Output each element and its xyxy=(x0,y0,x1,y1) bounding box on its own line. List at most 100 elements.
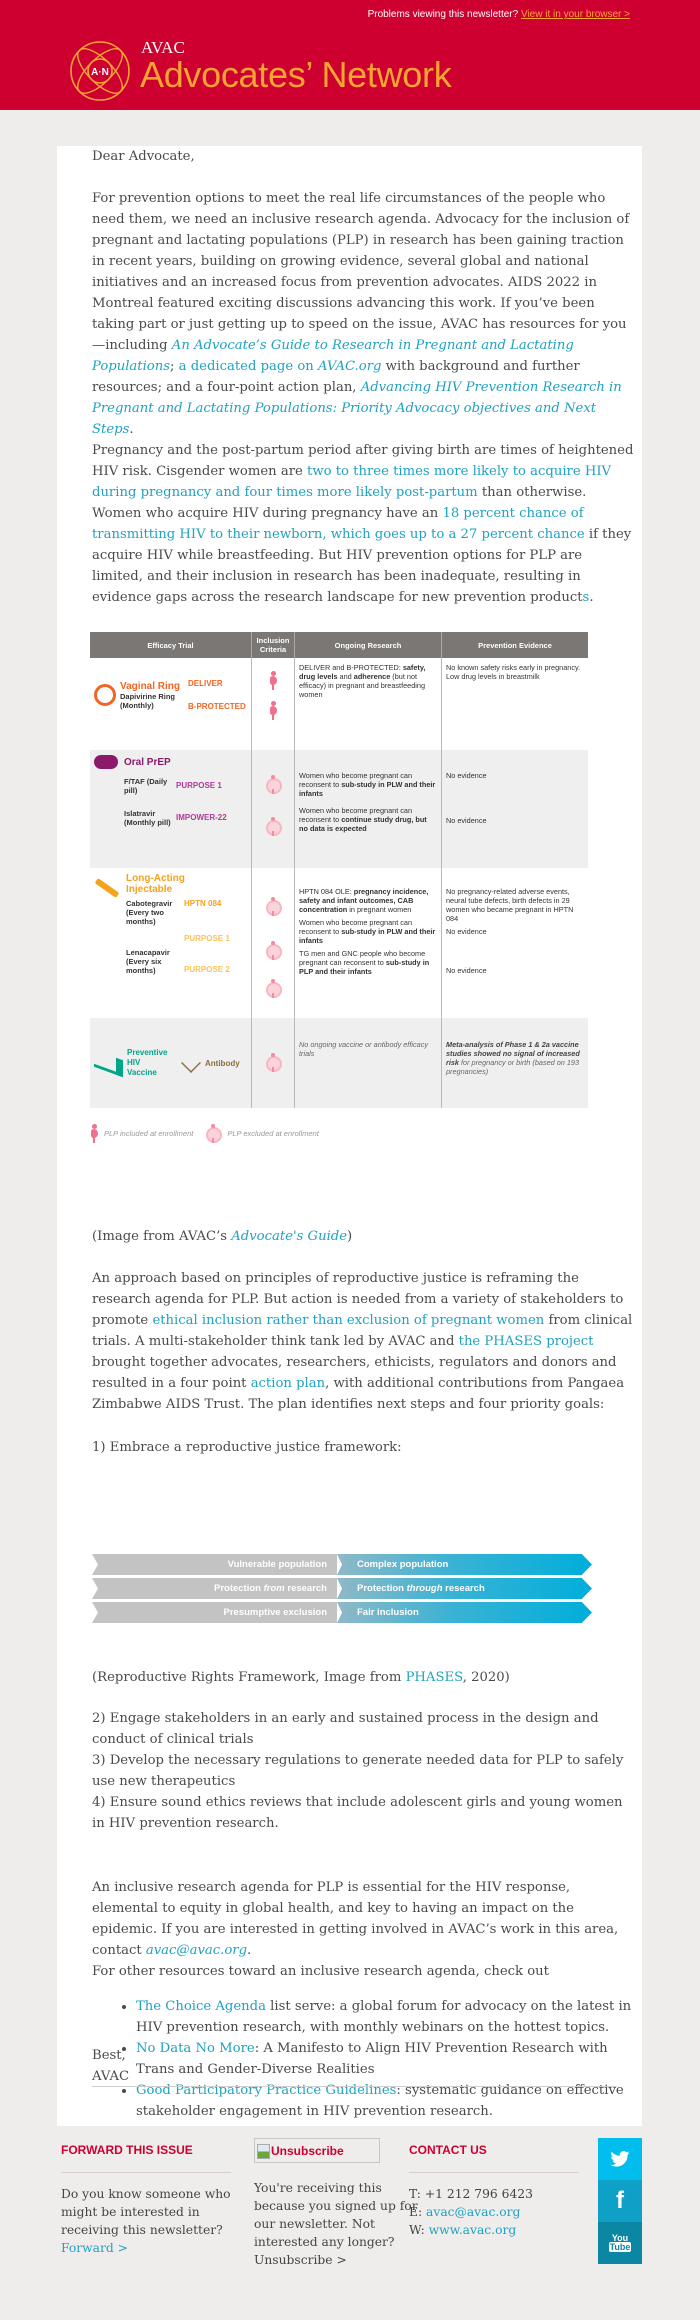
prevention-evidence-cell: No evidence xyxy=(446,927,487,936)
text: through xyxy=(406,1583,443,1594)
ongoing-research-cell: HPTN 084 OLE: pregnancy incidence, safet… xyxy=(299,887,437,914)
pregnant-included-icon xyxy=(269,671,277,690)
website-link[interactable]: www.avac.org xyxy=(429,2223,517,2237)
trial-name: HPTN 084 xyxy=(184,899,222,908)
ongoing-research-cell: DELIVER and B-PROTECTED: safety, drug le… xyxy=(294,658,442,750)
product-name: Long-Acting Injectable xyxy=(126,873,185,895)
syringe-icon xyxy=(94,878,120,898)
text: (Reproductive Rights Framework, Image fr… xyxy=(92,1670,406,1685)
table-row: Vaginal Ring Dapivirine Ring (Monthly) D… xyxy=(90,658,588,750)
forward-text: Do you know someone who might be interes… xyxy=(61,2187,231,2237)
brand-advocates-network: Advocates’ Network xyxy=(140,54,452,95)
text: , 2020) xyxy=(462,1670,510,1685)
text: W: xyxy=(409,2223,425,2237)
divider xyxy=(409,2172,579,2173)
framework-from: Presumptive exclusion xyxy=(92,1602,337,1623)
product-sub: Cabotegravir (Every two months) xyxy=(126,899,173,926)
pregnant-included-icon xyxy=(90,1124,98,1143)
list-item: No Data No More: A Manifesto to Align HI… xyxy=(136,2038,636,2080)
goal-3: 3) Develop the necessary regulations to … xyxy=(92,1753,624,1789)
framework-from: Protection from research xyxy=(92,1578,337,1599)
dedicated-page-link[interactable]: a dedicated page on AVAC.org xyxy=(179,359,382,374)
product-name: Vaginal Ring xyxy=(120,680,181,692)
text: Tube xyxy=(608,2242,632,2252)
prevention-evidence-cell: No evidence xyxy=(446,816,487,825)
header-inclusion-criteria: Inclusion Criteria xyxy=(251,632,295,658)
ethical-inclusion-link[interactable]: ethical inclusion rather than exclusion … xyxy=(152,1313,544,1328)
product-name: Oral PrEP xyxy=(124,756,171,768)
forward-link[interactable]: Forward > xyxy=(61,2241,128,2255)
text: in pregnant women xyxy=(347,905,412,914)
unsubscribe-section: Unsubscribe You're receiving this becaus… xyxy=(254,2138,424,2269)
logo-monogram: A·N xyxy=(91,67,109,78)
unsubscribe-image-link[interactable]: Unsubscribe xyxy=(254,2138,380,2163)
contact-section: CONTACT US T: +1 212 796 6423 E: avac@av… xyxy=(409,2138,579,2239)
text: . xyxy=(247,1943,252,1958)
newsletter-header: Problems viewing this newsletter? View i… xyxy=(0,0,700,110)
pregnant-excluded-icon xyxy=(265,941,282,960)
prevention-evidence-cell: No evidence xyxy=(446,966,487,975)
trial-inclusion-table-image: Efficacy Trial Inclusion Criteria Ongoin… xyxy=(90,632,588,1143)
text: Unsubscribe xyxy=(271,2144,344,2158)
no-data-no-more-link[interactable]: No Data No More xyxy=(136,2041,255,2056)
text: HPTN 084 OLE: xyxy=(299,887,354,896)
intro-paragraph: For prevention options to meet the real … xyxy=(92,188,637,440)
resources-intro: For other resources toward an inclusive … xyxy=(92,1964,549,1979)
product-name: Antibody xyxy=(205,1058,240,1068)
ongoing-research-cell: TG men and GNC people who become pregnan… xyxy=(299,949,437,976)
advocates-guide-caption-link[interactable]: Advocate's Guide xyxy=(231,1229,347,1244)
header-efficacy-trial: Efficacy Trial xyxy=(90,632,252,658)
view-in-browser-link[interactable]: View it in your browser > xyxy=(521,9,630,20)
product-sub: Lenacapavir (Every six months) xyxy=(126,948,170,975)
contact-email-link[interactable]: avac@avac.org xyxy=(146,1943,247,1958)
unsubscribe-link[interactable]: Unsubscribe > xyxy=(254,2253,347,2267)
twitter-button[interactable] xyxy=(598,2138,642,2180)
prevention-evidence-cell: No known safety risks early in pregnancy… xyxy=(441,658,588,750)
greeting: Dear Advocate, xyxy=(92,149,195,164)
table-row: Long-Acting Injectable Cabotegravir (Eve… xyxy=(90,868,588,1018)
newsletter-footer: FORWARD THIS ISSUE Do you know someone w… xyxy=(57,2138,642,2318)
product-sub: Dapivirine Ring (Monthly) xyxy=(120,691,176,710)
ongoing-research-cell: Women who become pregnant can reconsent … xyxy=(299,771,437,798)
goals-list: 2) Engage stakeholders in an early and s… xyxy=(92,1708,637,1834)
broken-image-icon xyxy=(257,2144,270,2159)
product-sub: Islatravir (Monthly pill) xyxy=(124,809,171,827)
prevention-evidence-cell: No pregnancy-related adverse events, neu… xyxy=(446,887,574,923)
content-divider xyxy=(92,2086,617,2087)
goal-1: 1) Embrace a reproductive justice framew… xyxy=(92,1440,402,1455)
framework-to: Fair inclusion xyxy=(337,1602,592,1623)
table-row: Oral PrEP F/TAF (Daily pill) PURPOSE 1 I… xyxy=(90,750,588,868)
problems-text: Problems viewing this newsletter? xyxy=(367,9,519,20)
reproductive-rights-framework-image: Vulnerable population Complex population… xyxy=(92,1544,592,1634)
pills-icon xyxy=(94,755,118,769)
browser-view-bar: Problems viewing this newsletter? View i… xyxy=(368,9,630,20)
contact-email-footer-link[interactable]: avac@avac.org xyxy=(426,2205,520,2219)
contact-web: W: www.avac.org xyxy=(409,2221,579,2239)
facebook-icon: f xyxy=(616,2187,624,2214)
pregnant-excluded-icon xyxy=(265,897,282,916)
product-name: Preventive HIV Vaccine xyxy=(127,1048,168,1077)
antibody-icon xyxy=(181,1053,201,1073)
goal-4: 4) Ensure sound ethics reviews that incl… xyxy=(92,1795,623,1831)
contact-email: E: avac@avac.org xyxy=(409,2203,579,2221)
text: adherence xyxy=(353,672,391,681)
action-plan-link-2[interactable]: action plan xyxy=(251,1376,325,1391)
phases-project-link[interactable]: the PHASES project xyxy=(459,1334,594,1349)
choice-agenda-link[interactable]: The Choice Agenda xyxy=(136,1999,266,2014)
ring-icon xyxy=(94,684,116,706)
trial-name: DELIVER xyxy=(188,679,223,688)
text: research xyxy=(442,1583,485,1594)
trial-name: PURPOSE 1 xyxy=(184,934,230,943)
text: Protection xyxy=(213,1583,264,1594)
framework-row: Vulnerable population Complex population xyxy=(92,1554,592,1575)
youtube-button[interactable]: You Tube xyxy=(598,2222,642,2264)
facebook-button[interactable]: f xyxy=(598,2180,642,2222)
twitter-icon xyxy=(610,2151,630,2167)
phases-link[interactable]: PHASES xyxy=(406,1670,463,1685)
text: +1 212 796 6423 xyxy=(424,2187,533,2201)
pregnant-excluded-icon xyxy=(265,1053,282,1072)
signature: AVAC xyxy=(92,2069,130,2084)
pregnant-excluded-icon xyxy=(265,979,282,998)
pregnant-included-icon xyxy=(269,701,277,720)
signoff: Best, xyxy=(92,2048,126,2063)
